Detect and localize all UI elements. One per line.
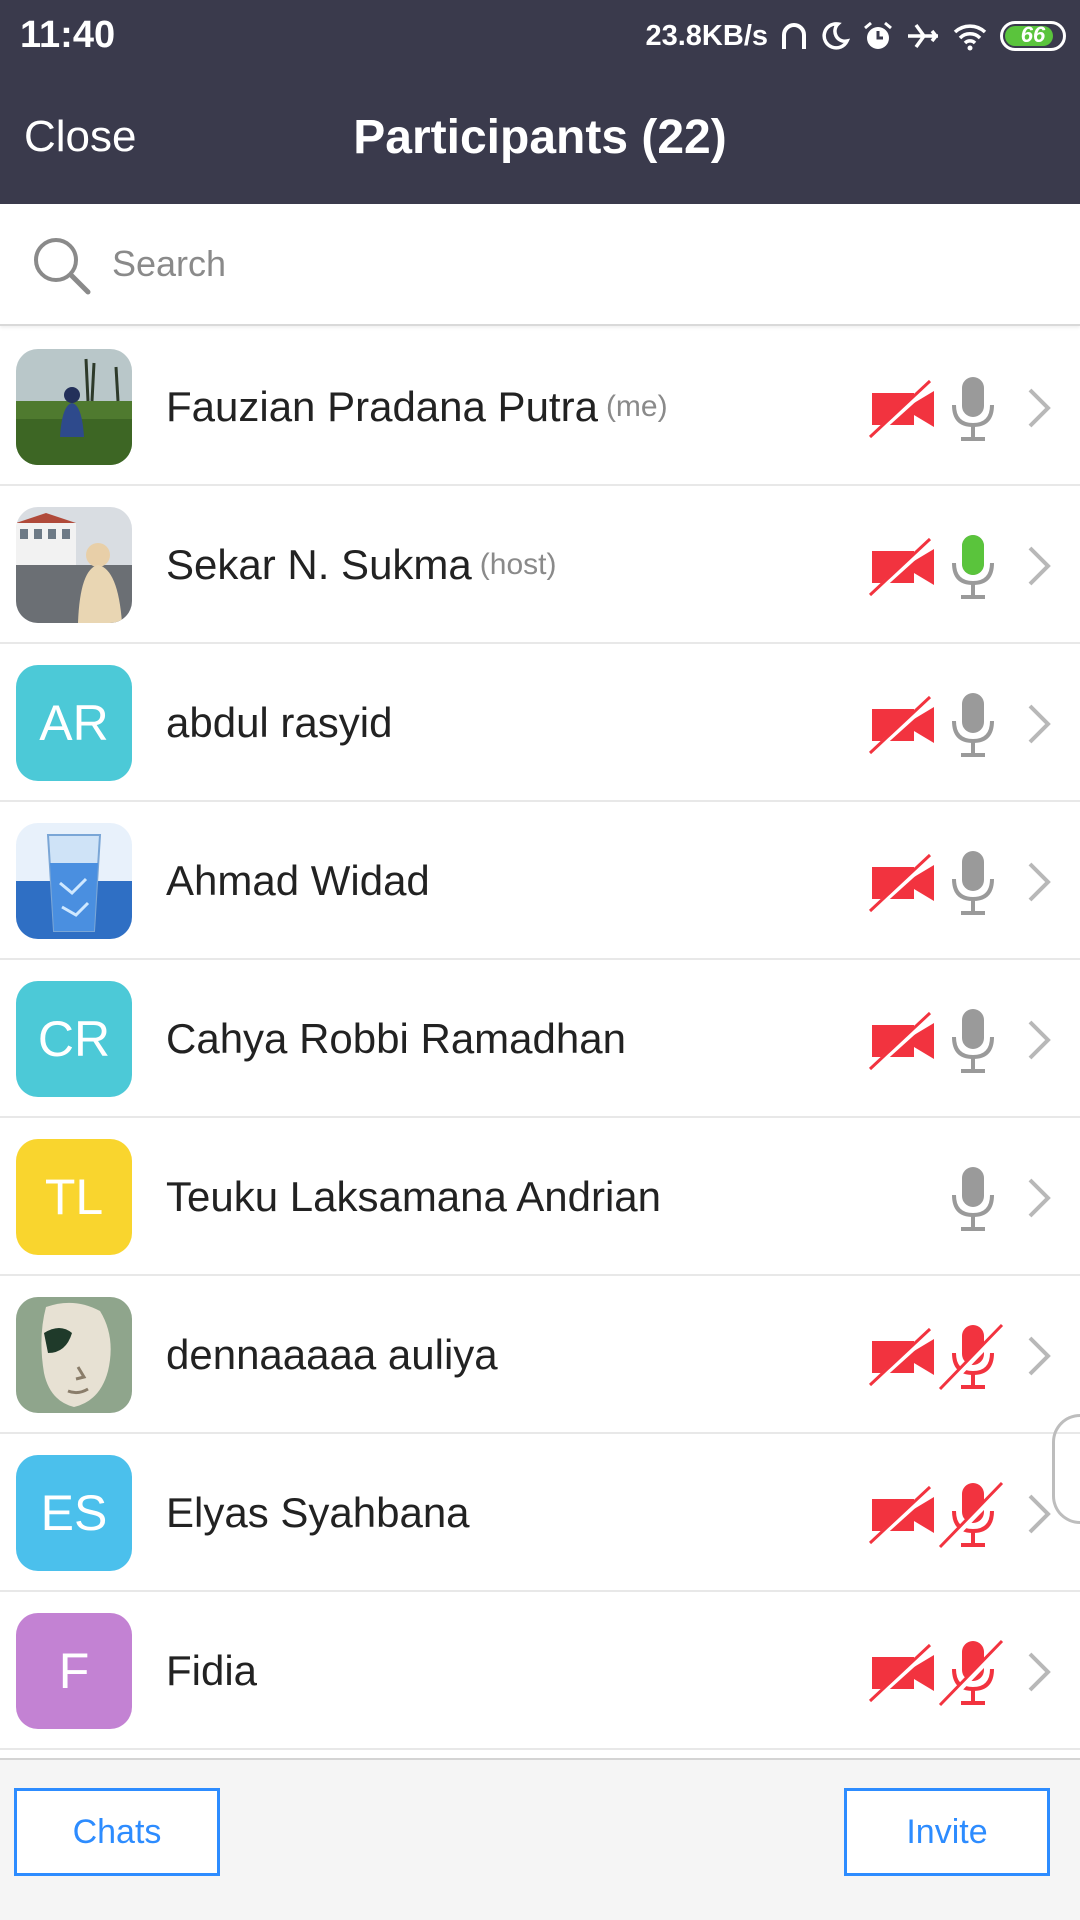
status-time: 11:40 <box>20 14 116 56</box>
participant-name: Fidia <box>166 1647 258 1694</box>
participant-tag: (host) <box>479 548 557 581</box>
video-off-icon <box>868 1327 938 1392</box>
participant-row[interactable]: F Fidia <box>0 1592 1080 1750</box>
mic-icon[interactable] <box>938 1163 1008 1240</box>
mic-muted-icon[interactable] <box>938 1479 1008 1556</box>
video-off-icon <box>868 1485 938 1550</box>
avatar-photo-water-glass <box>16 823 132 939</box>
participant-name: Sekar N. Sukma <box>166 541 472 588</box>
video-off-icon <box>868 695 938 760</box>
mic-muted-icon[interactable] <box>938 1637 1008 1714</box>
status-icons: 23.8KB/s 66 <box>645 14 1066 58</box>
search-input[interactable] <box>112 232 1012 296</box>
mic-speaking-icon[interactable] <box>938 531 1008 608</box>
participant-row[interactable]: Fauzian Pradana Putra (me) <box>0 328 1080 486</box>
invite-button[interactable]: Invite <box>844 1788 1050 1876</box>
alarm-icon <box>862 20 894 52</box>
participant-row[interactable]: CR Cahya Robbi Ramadhan <box>0 960 1080 1118</box>
participant-row[interactable]: AR abdul rasyid <box>0 644 1080 802</box>
participant-name: Ahmad Widad <box>166 857 430 904</box>
chevron-right-icon[interactable] <box>1024 386 1054 435</box>
mic-icon[interactable] <box>938 847 1008 924</box>
chevron-right-icon[interactable] <box>1024 702 1054 751</box>
participant-name: Teuku Laksamana Andrian <box>166 1173 661 1220</box>
scrollbar-handle[interactable] <box>1052 1414 1080 1524</box>
avatar-initials: F <box>16 1613 132 1729</box>
participant-name: Elyas Syahbana <box>166 1489 470 1536</box>
participant-name: Cahya Robbi Ramadhan <box>166 1015 626 1062</box>
chevron-right-icon[interactable] <box>1024 860 1054 909</box>
avatar-initials: ES <box>16 1455 132 1571</box>
avatar-photo-tea-field <box>16 349 132 465</box>
participant-row[interactable]: Ahmad Widad <box>0 802 1080 960</box>
bottom-bar: Chats Invite <box>0 1758 1080 1920</box>
video-off-icon <box>868 379 938 444</box>
search-bar <box>0 204 1080 326</box>
avatar-photo-statue <box>16 1297 132 1413</box>
participant-name: dennaaaaa auliya <box>166 1331 498 1378</box>
moon-icon <box>820 21 850 51</box>
video-off-icon <box>868 1643 938 1708</box>
airplane-icon <box>906 21 940 51</box>
mic-muted-icon[interactable] <box>938 1321 1008 1398</box>
video-off-icon <box>868 1011 938 1076</box>
wifi-icon <box>952 21 988 51</box>
participant-row[interactable]: TL Teuku Laksamana Andrian <box>0 1118 1080 1276</box>
avatar-photo-street <box>16 507 132 623</box>
participant-name: Fauzian Pradana Putra <box>166 383 598 430</box>
chevron-right-icon[interactable] <box>1024 1018 1054 1067</box>
mic-icon[interactable] <box>938 1005 1008 1082</box>
search-icon <box>30 234 94 303</box>
chevron-right-icon[interactable] <box>1024 1334 1054 1383</box>
avatar-initials: AR <box>16 665 132 781</box>
network-speed: 23.8KB/s <box>645 19 768 52</box>
headphones-icon <box>780 19 808 53</box>
chevron-right-icon[interactable] <box>1024 1176 1054 1225</box>
mic-icon[interactable] <box>938 689 1008 766</box>
mic-icon[interactable] <box>938 373 1008 450</box>
participant-row[interactable]: dennaaaaa auliya <box>0 1276 1080 1434</box>
video-off-icon <box>868 537 938 602</box>
status-bar: 11:40 23.8KB/s 66 <box>0 0 1080 72</box>
participant-row[interactable]: Sekar N. Sukma (host) <box>0 486 1080 644</box>
chats-button[interactable]: Chats <box>14 1788 220 1876</box>
chevron-right-icon[interactable] <box>1024 1650 1054 1699</box>
participant-name: abdul rasyid <box>166 699 393 746</box>
participant-tag: (me) <box>605 390 668 423</box>
chevron-right-icon[interactable] <box>1024 544 1054 593</box>
chevron-right-icon[interactable] <box>1024 1492 1054 1541</box>
battery-icon: 66 <box>1000 21 1066 51</box>
avatar-initials: CR <box>16 981 132 1097</box>
page-title: Participants (22) <box>353 111 727 164</box>
participant-list: Fauzian Pradana Putra (me) Sekar N. Sukm… <box>0 328 1080 1758</box>
video-off-icon <box>868 853 938 918</box>
avatar-initials: TL <box>16 1139 132 1255</box>
battery-level: 66 <box>1020 22 1046 47</box>
header-bar: Close Participants (22) <box>0 72 1080 204</box>
participant-row[interactable]: ES Elyas Syahbana <box>0 1434 1080 1592</box>
